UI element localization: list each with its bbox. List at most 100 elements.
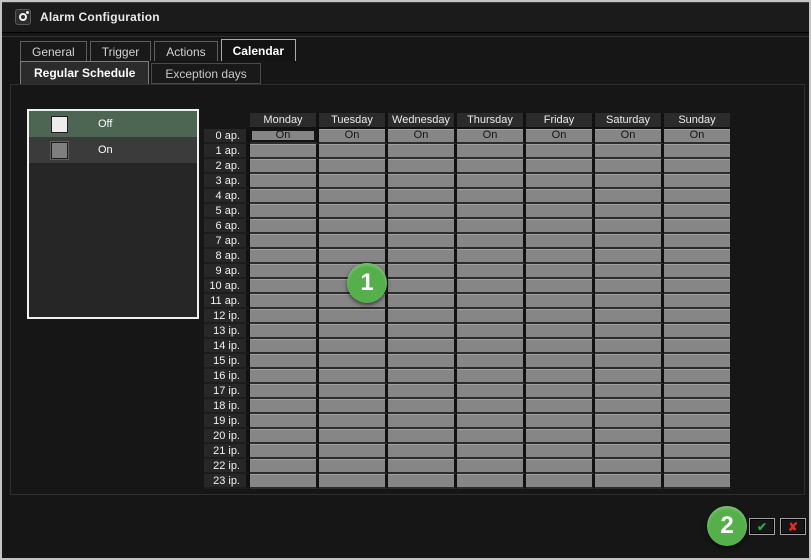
schedule-cell[interactable] — [319, 144, 388, 159]
schedule-cell[interactable] — [526, 369, 595, 384]
schedule-cell[interactable] — [664, 264, 730, 279]
schedule-cell[interactable] — [526, 309, 595, 324]
schedule-cell[interactable] — [526, 339, 595, 354]
schedule-cell[interactable] — [457, 234, 526, 249]
schedule-cell[interactable] — [388, 219, 457, 234]
schedule-cell[interactable] — [319, 219, 388, 234]
cancel-button[interactable]: ✘ — [780, 518, 806, 535]
schedule-cell[interactable] — [250, 444, 319, 459]
schedule-cell[interactable] — [388, 204, 457, 219]
schedule-cell[interactable] — [388, 429, 457, 444]
schedule-cell[interactable] — [457, 474, 526, 489]
confirm-button[interactable]: ✔ — [749, 518, 775, 535]
schedule-cell[interactable] — [595, 234, 664, 249]
schedule-cell[interactable] — [526, 399, 595, 414]
schedule-cell[interactable] — [388, 324, 457, 339]
schedule-cell[interactable] — [250, 339, 319, 354]
schedule-cell[interactable] — [595, 444, 664, 459]
schedule-cell[interactable] — [457, 219, 526, 234]
schedule-cell[interactable] — [526, 234, 595, 249]
schedule-cell[interactable] — [250, 369, 319, 384]
schedule-cell[interactable] — [595, 354, 664, 369]
schedule-cell[interactable] — [664, 369, 730, 384]
schedule-cell[interactable] — [595, 339, 664, 354]
tab-calendar[interactable]: Calendar — [221, 39, 296, 61]
subtab-exception-days[interactable]: Exception days — [151, 63, 260, 84]
schedule-cell[interactable] — [250, 384, 319, 399]
schedule-cell[interactable] — [319, 249, 388, 264]
schedule-cell[interactable] — [319, 354, 388, 369]
schedule-cell[interactable] — [457, 294, 526, 309]
schedule-cell[interactable] — [664, 204, 730, 219]
schedule-cell[interactable] — [526, 174, 595, 189]
schedule-cell[interactable] — [664, 339, 730, 354]
schedule-cell[interactable] — [526, 354, 595, 369]
schedule-cell[interactable] — [388, 249, 457, 264]
schedule-cell[interactable] — [526, 264, 595, 279]
schedule-cell[interactable] — [664, 459, 730, 474]
schedule-cell[interactable] — [526, 429, 595, 444]
schedule-cell[interactable] — [526, 249, 595, 264]
schedule-cell[interactable] — [457, 369, 526, 384]
schedule-cell[interactable] — [595, 369, 664, 384]
schedule-cell[interactable] — [388, 339, 457, 354]
schedule-cell[interactable] — [250, 234, 319, 249]
schedule-cell[interactable] — [250, 189, 319, 204]
schedule-cell[interactable] — [319, 474, 388, 489]
schedule-cell[interactable] — [595, 249, 664, 264]
schedule-cell[interactable] — [595, 414, 664, 429]
schedule-cell[interactable] — [595, 474, 664, 489]
schedule-cell[interactable] — [664, 174, 730, 189]
schedule-cell[interactable] — [526, 474, 595, 489]
schedule-cell[interactable]: On — [319, 129, 388, 144]
schedule-cell[interactable] — [595, 309, 664, 324]
schedule-cell[interactable] — [319, 384, 388, 399]
schedule-cell[interactable] — [250, 174, 319, 189]
schedule-cell[interactable] — [457, 384, 526, 399]
schedule-cell[interactable] — [664, 294, 730, 309]
schedule-cell[interactable] — [250, 159, 319, 174]
schedule-cell[interactable] — [526, 324, 595, 339]
schedule-cell[interactable] — [457, 249, 526, 264]
schedule-cell[interactable] — [388, 159, 457, 174]
schedule-cell[interactable] — [250, 399, 319, 414]
schedule-cell[interactable] — [457, 189, 526, 204]
schedule-cell[interactable] — [595, 324, 664, 339]
schedule-cell[interactable] — [319, 309, 388, 324]
schedule-cell[interactable] — [526, 414, 595, 429]
schedule-cell[interactable] — [319, 189, 388, 204]
schedule-cell[interactable] — [319, 444, 388, 459]
schedule-cell[interactable] — [664, 234, 730, 249]
schedule-cell[interactable]: On — [526, 129, 595, 144]
schedule-cell[interactable] — [319, 414, 388, 429]
schedule-cell[interactable] — [388, 459, 457, 474]
schedule-cell[interactable] — [664, 219, 730, 234]
schedule-cell[interactable] — [595, 159, 664, 174]
schedule-cell[interactable] — [664, 384, 730, 399]
schedule-cell[interactable] — [250, 429, 319, 444]
schedule-cell[interactable] — [250, 309, 319, 324]
schedule-cell[interactable] — [388, 189, 457, 204]
schedule-cell[interactable] — [388, 174, 457, 189]
schedule-cell[interactable] — [250, 249, 319, 264]
schedule-cell[interactable] — [388, 384, 457, 399]
schedule-cell[interactable] — [595, 294, 664, 309]
schedule-cell[interactable] — [388, 354, 457, 369]
schedule-cell[interactable] — [664, 444, 730, 459]
schedule-cell[interactable] — [250, 324, 319, 339]
schedule-cell[interactable] — [388, 369, 457, 384]
schedule-cell[interactable] — [664, 354, 730, 369]
schedule-cell[interactable] — [526, 459, 595, 474]
schedule-cell[interactable] — [250, 144, 319, 159]
schedule-cell[interactable] — [526, 189, 595, 204]
schedule-cell[interactable] — [388, 144, 457, 159]
schedule-cell[interactable] — [526, 279, 595, 294]
schedule-cell[interactable] — [595, 219, 664, 234]
schedule-cell[interactable]: On — [457, 129, 526, 144]
schedule-cell[interactable] — [388, 264, 457, 279]
schedule-cell[interactable] — [388, 444, 457, 459]
schedule-cell[interactable] — [526, 444, 595, 459]
schedule-cell[interactable] — [595, 189, 664, 204]
schedule-cell[interactable] — [595, 264, 664, 279]
schedule-cell[interactable] — [457, 144, 526, 159]
